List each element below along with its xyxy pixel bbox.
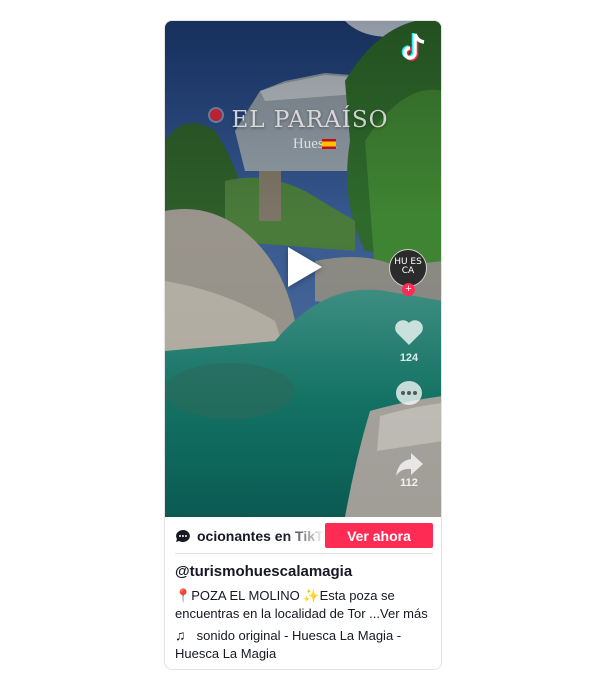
music-info[interactable]: ♫ sonido original - Huesca La Magia - Hu… <box>175 626 437 663</box>
overlay-title: EL PARAÍSO <box>231 107 389 133</box>
ver-ahora-button[interactable]: Ver ahora <box>325 523 433 548</box>
post-title: POZA EL MOLINO <box>191 588 300 603</box>
like-heart-icon[interactable] <box>393 317 425 347</box>
creator-avatar[interactable]: HU ES CA <box>389 249 427 287</box>
comment-icon[interactable] <box>393 379 425 409</box>
shares-count: 112 <box>400 477 418 489</box>
tiktok-embed-card: EL PARAÍSO Huesca HU ES CA + 124 112 oci… <box>164 20 442 670</box>
video-player[interactable]: EL PARAÍSO Huesca HU ES CA + 124 112 <box>165 21 441 517</box>
tiktok-logo-icon[interactable] <box>399 31 429 65</box>
spain-flag-icon <box>322 139 336 149</box>
likes-count: 124 <box>399 352 419 364</box>
post-description: 📍POZA EL MOLINO ✨Esta poza se encuentras… <box>175 587 437 623</box>
divider <box>175 553 433 554</box>
sparkle-icon: ✨ <box>303 588 320 603</box>
pin-icon: 📍 <box>175 588 192 603</box>
chat-bubble-icon <box>176 530 190 542</box>
share-arrow-icon[interactable] <box>393 449 425 479</box>
promo-banner: ocionantes en TikTok Ver ahora <box>165 517 441 553</box>
follow-plus-icon[interactable]: + <box>402 283 415 296</box>
overlay-subtitle: Huesca <box>292 136 338 152</box>
username-link[interactable]: @turismohuescalamagia <box>175 563 352 580</box>
play-button[interactable] <box>288 247 322 287</box>
music-note-icon: ♫ <box>175 627 186 643</box>
music-title[interactable]: sonido original - Huesca La Magia - Hues… <box>175 628 401 661</box>
banner-fade <box>285 525 325 549</box>
